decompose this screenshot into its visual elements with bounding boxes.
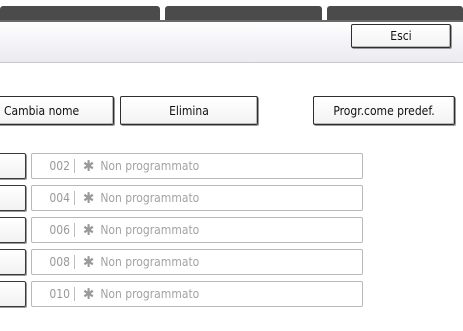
- left-list-button[interactable]: [0, 217, 26, 243]
- set-default-button[interactable]: Progr.come predef.: [313, 96, 455, 125]
- item-label: Non programmato: [100, 287, 200, 301]
- item-number: 002: [32, 159, 75, 173]
- asterisk-icon: ✱: [83, 157, 95, 175]
- asterisk-icon: ✱: [83, 221, 95, 239]
- list-item[interactable]: 004 ✱ Non programmato: [31, 185, 363, 211]
- tab-1[interactable]: [0, 6, 160, 20]
- rename-button[interactable]: Cambia nome: [0, 96, 114, 125]
- item-number: 004: [32, 191, 75, 205]
- item-label: Non programmato: [100, 159, 200, 173]
- item-number: 010: [32, 287, 75, 301]
- tab-3[interactable]: [327, 6, 463, 20]
- delete-button[interactable]: Elimina: [120, 96, 258, 125]
- left-list-button[interactable]: [0, 281, 26, 307]
- left-list-button[interactable]: [0, 185, 26, 211]
- item-label: Non programmato: [100, 191, 200, 205]
- item-number: 008: [32, 255, 75, 269]
- asterisk-icon: ✱: [83, 285, 95, 303]
- item-label: Non programmato: [100, 255, 200, 269]
- item-number: 006: [32, 223, 75, 237]
- list-item[interactable]: 002 ✱ Non programmato: [31, 153, 363, 179]
- tab-2[interactable]: [165, 6, 322, 20]
- asterisk-icon: ✱: [83, 253, 95, 271]
- left-list-button[interactable]: [0, 153, 26, 179]
- exit-button[interactable]: Esci: [351, 24, 451, 48]
- list-item[interactable]: 006 ✱ Non programmato: [31, 217, 363, 243]
- asterisk-icon: ✱: [83, 189, 95, 207]
- left-list-button[interactable]: [0, 249, 26, 275]
- tab-strip: [0, 0, 463, 20]
- list-item[interactable]: 008 ✱ Non programmato: [31, 249, 363, 275]
- list-item[interactable]: 010 ✱ Non programmato: [31, 281, 363, 307]
- item-label: Non programmato: [100, 223, 200, 237]
